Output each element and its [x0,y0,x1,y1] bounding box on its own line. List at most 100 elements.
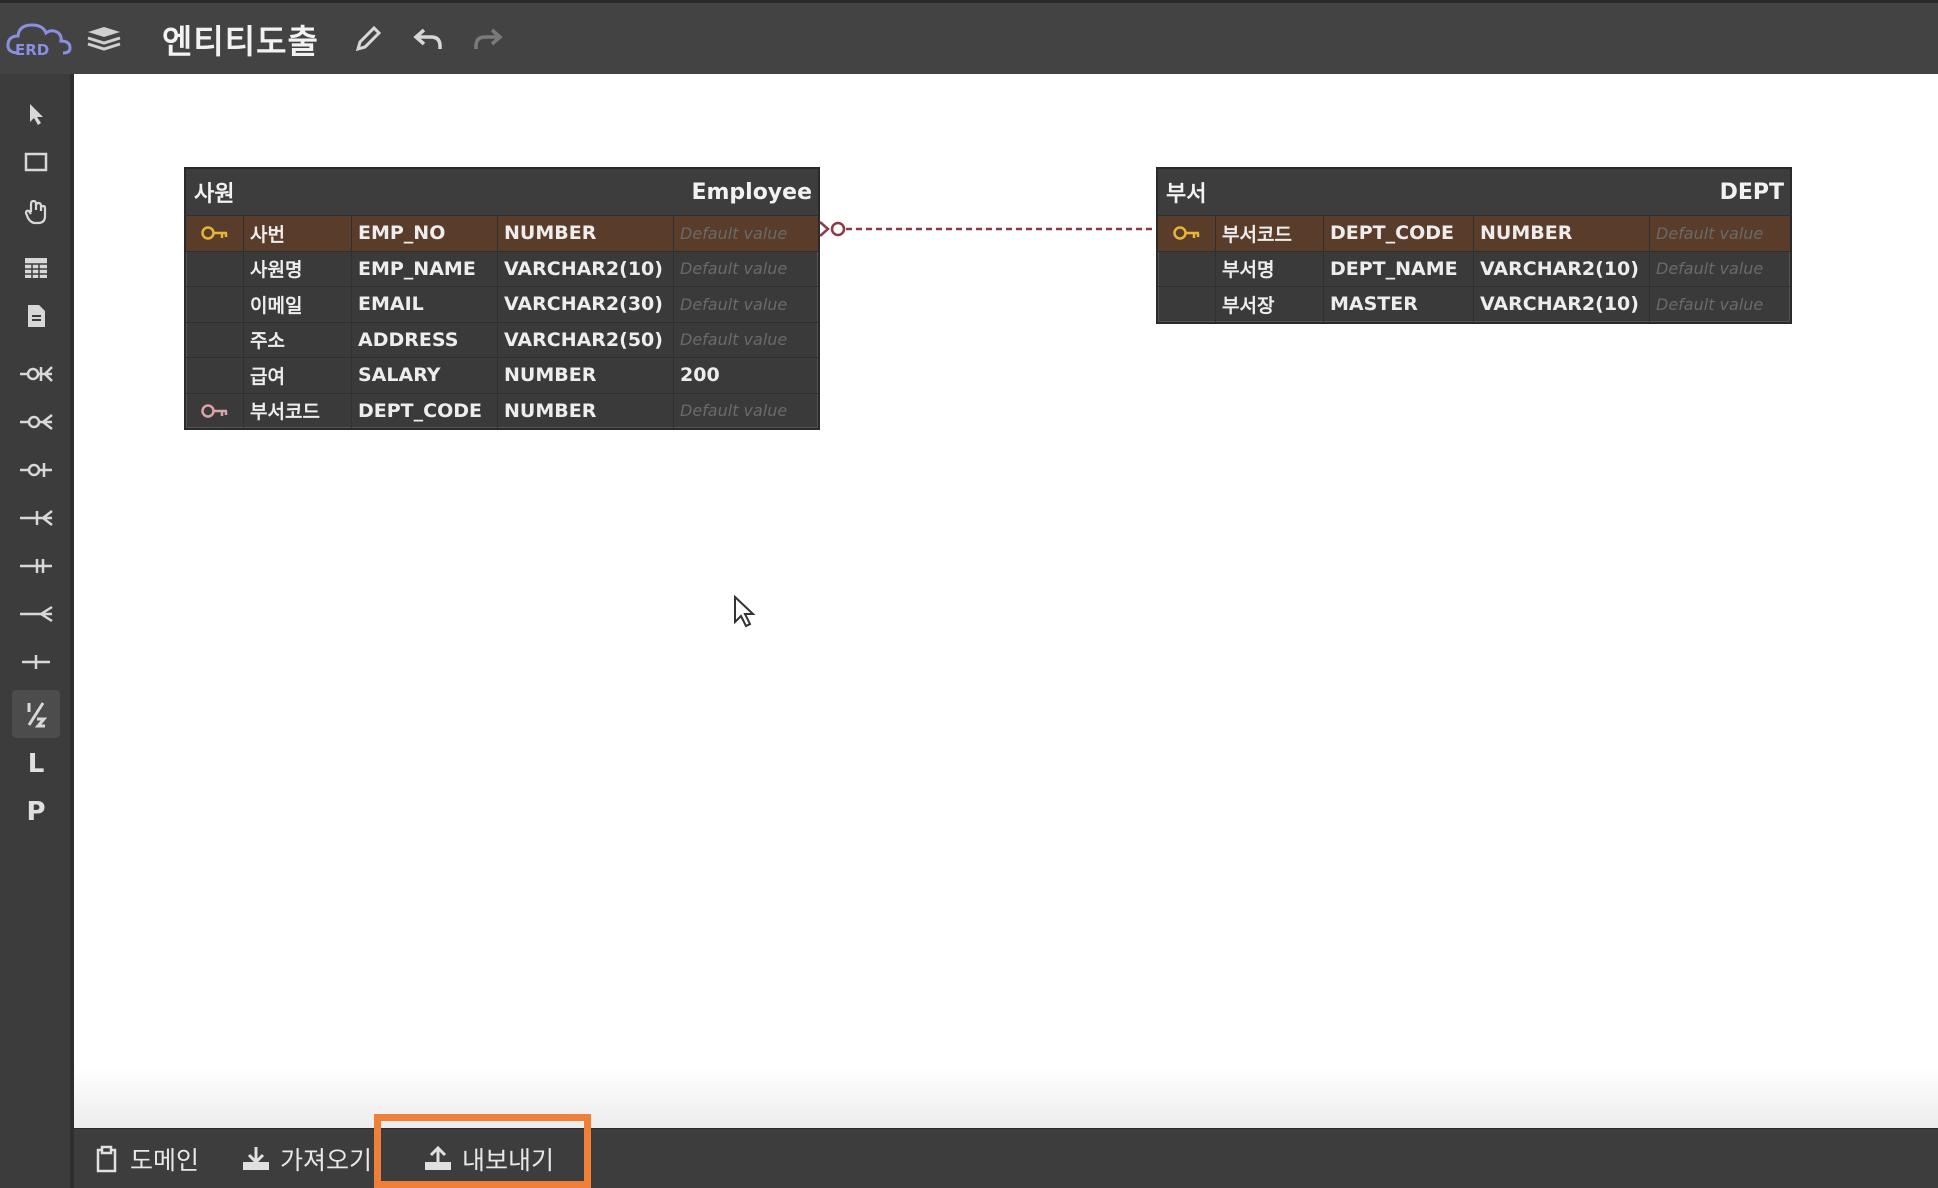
physical-name-cell[interactable]: DEPT_NAME [1324,251,1474,286]
download-icon [243,1147,269,1170]
default-value-cell[interactable]: Default value [674,287,818,322]
physical-name-cell[interactable]: EMP_NAME [352,251,498,286]
physical-name-cell[interactable]: MASTER [1324,287,1474,322]
relation-one-tool[interactable] [12,638,60,686]
default-value-cell[interactable]: 200 [674,358,818,393]
physical-name-cell[interactable]: SALARY [352,358,498,393]
pointer-icon [30,104,43,125]
data-type-cell[interactable]: NUMBER [1474,216,1650,251]
table-row[interactable]: 사번 EMP_NO NUMBER Default value [186,215,818,251]
data-type-cell[interactable]: NUMBER [498,216,674,251]
default-value-cell[interactable]: Default value [674,252,818,287]
key-icon [200,404,227,418]
physical-view-tool[interactable]: P [12,788,60,836]
pencil-icon [355,25,381,51]
table-header[interactable]: 부서 DEPT [1158,169,1790,215]
default-value-cell[interactable]: Default value [674,323,818,358]
default-value-cell[interactable]: Default value [674,216,818,251]
select-rect-tool[interactable] [12,138,60,186]
physical-label: P [26,797,46,827]
zero-many-icon [20,414,53,430]
physical-name-cell[interactable]: ADDRESS [352,322,498,357]
table-row[interactable]: 이메일 EMAIL VARCHAR2(30) Default value [186,286,818,322]
domain-button[interactable]: 도메인 [92,1129,199,1188]
entity-table-dept[interactable]: 부서 DEPT 부서코드 DEPT_CODE NUMBER Default value… [1156,167,1792,324]
undo-button[interactable] [393,14,463,64]
physical-name-cell[interactable]: DEPT_CODE [352,393,498,428]
hand-icon [24,199,47,225]
physical-name-cell[interactable]: EMP_NO [352,216,498,251]
data-type-cell[interactable]: VARCHAR2(30) [498,287,674,322]
table-logical-name: 사원 [194,182,235,207]
table-tool[interactable] [12,244,60,292]
logical-name-cell[interactable]: 주소 [244,322,352,357]
default-value-cell[interactable]: Default value [1650,287,1790,322]
table-physical-name: Employee [691,179,812,205]
domain-label: 도메인 [130,1146,200,1175]
relation-zero-many-tool[interactable] [12,398,60,446]
pointer-tool[interactable] [12,90,60,138]
memo-tool[interactable] [12,292,60,340]
erd-editor-window: ERD 엔티티도출 L P 사원 Employee 사번 EMP_NO NUMB… [0,0,1938,1188]
relation-one-many-tool[interactable] [12,494,60,542]
logical-name-cell[interactable]: 부서장 [1216,287,1324,322]
diagram-title: 엔티티도출 [162,21,319,61]
table-row[interactable]: 사원명 EMP_NAME VARCHAR2(10) Default value [186,250,818,287]
relation-one-only-tool[interactable] [12,542,60,590]
undo-icon [413,28,442,49]
data-type-cell[interactable]: VARCHAR2(50) [498,322,674,357]
import-button[interactable]: 가져오기 [240,1129,372,1188]
one-icon [22,655,50,669]
fraction-icon [27,702,48,728]
logical-name-cell[interactable]: 사번 [244,216,352,251]
export-button[interactable]: 내보내기 [414,1129,555,1188]
table-row[interactable]: 부서코드 DEPT_CODE NUMBER Default value [186,392,818,429]
key-cell [186,251,244,286]
data-type-cell[interactable]: VARCHAR2(10) [1474,287,1650,322]
default-value-cell[interactable]: Default value [1650,252,1790,287]
entity-table-employee[interactable]: 사원 Employee 사번 EMP_NO NUMBER Default value 사… [184,167,820,430]
logical-name-cell[interactable]: 이메일 [244,287,352,322]
fraction-tool[interactable] [12,690,60,738]
default-value-cell[interactable]: Default value [674,394,818,429]
redo-button[interactable] [463,14,513,64]
clipboard-icon [96,1145,117,1173]
table-row[interactable]: 주소 ADDRESS VARCHAR2(50) Default value [186,321,818,358]
one-many-icon [20,510,53,526]
rename-button[interactable] [343,14,393,64]
default-value-cell[interactable]: Default value [1650,216,1790,251]
physical-name-cell[interactable]: EMAIL [352,287,498,322]
data-type-cell[interactable]: VARCHAR2(10) [1474,251,1650,286]
table-header[interactable]: 사원 Employee [186,169,818,215]
table-row[interactable]: 부서코드 DEPT_CODE NUMBER Default value [1158,215,1790,251]
data-type-cell[interactable]: VARCHAR2(10) [498,251,674,286]
relation-zero-one-many-tool[interactable] [12,350,60,398]
erd-cloud-logo[interactable]: ERD [4,17,74,61]
logical-name-cell[interactable]: 사원명 [244,251,352,286]
key-cell [1158,287,1216,322]
table-row[interactable]: 급여 SALARY NUMBER 200 [186,357,818,393]
table-row[interactable]: 부서장 MASTER VARCHAR2(10) Default value [1158,286,1790,322]
key-cell [186,216,244,251]
key-icon [1172,226,1199,240]
data-type-cell[interactable]: NUMBER [498,358,674,393]
relation-many-tool[interactable] [12,590,60,638]
table-physical-name: DEPT [1719,179,1784,205]
layers-button[interactable] [74,14,134,64]
logical-name-cell[interactable]: 급여 [244,358,352,393]
top-toolbar: ERD 엔티티도출 [0,0,1938,74]
logical-view-tool[interactable]: L [12,740,60,788]
logical-name-cell[interactable]: 부서코드 [1216,216,1324,251]
table-row[interactable]: 부서명 DEPT_NAME VARCHAR2(10) Default value [1158,250,1790,287]
export-label: 내보내기 [462,1146,555,1175]
zero-one-icon [20,463,52,477]
data-type-cell[interactable]: NUMBER [498,393,674,428]
key-cell [186,393,244,428]
relation-zero-one-tool[interactable] [12,446,60,494]
hand-tool[interactable] [12,188,60,236]
diagram-canvas[interactable]: 사원 Employee 사번 EMP_NO NUMBER Default value 사… [74,74,1938,1128]
many-icon [20,605,53,623]
logical-name-cell[interactable]: 부서명 [1216,251,1324,286]
physical-name-cell[interactable]: DEPT_CODE [1324,216,1474,251]
logical-name-cell[interactable]: 부서코드 [244,393,352,428]
